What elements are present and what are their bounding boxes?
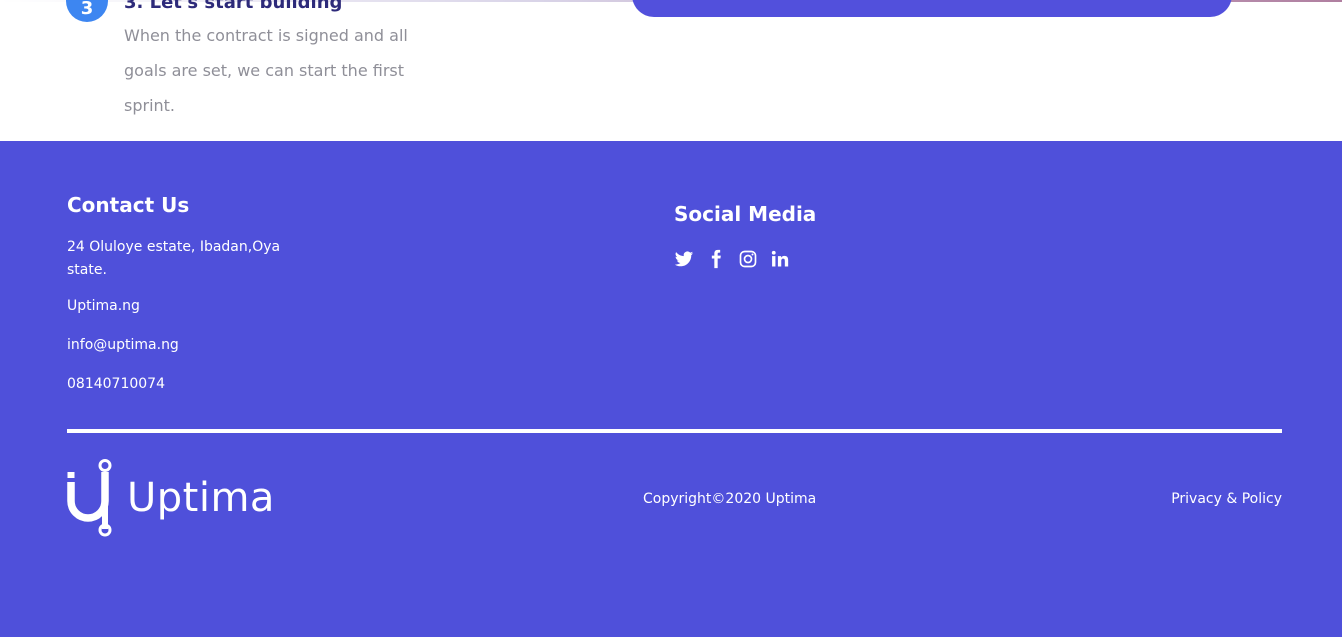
linkedin-icon[interactable] [770,249,790,269]
facebook-icon[interactable] [706,249,726,269]
brand-name: Uptima [127,475,275,521]
contact-website-link[interactable]: Uptima.ng [67,298,140,314]
page: 3 3. Let's start building When the contr… [0,0,1342,637]
step-description: When the contract is signed and all goal… [124,26,408,115]
contact-address: 24 Oluloye estate, Ibadan,Oya state. [67,239,281,278]
step-number-badge: 3 [66,0,108,22]
copyright-text: Copyright©2020 Uptima [643,491,817,507]
site-footer: Contact Us 24 Oluloye estate, Ibadan,Oya… [0,141,1342,637]
step-title: 3. Let's start building [124,0,343,13]
footer-logo[interactable]: Uptima [67,459,275,537]
process-section: 3 3. Let's start building When the contr… [0,0,1342,141]
uptima-logo-icon [67,459,112,537]
contact-phone-link[interactable]: 08140710074 [67,376,165,392]
instagram-icon[interactable] [738,249,758,269]
step-number: 3 [80,0,94,19]
footer-divider [67,429,1282,433]
process-card [632,0,1232,17]
social-media-title: Social Media [674,202,817,226]
contact-email-link[interactable]: info@uptima.ng [67,337,179,353]
twitter-icon[interactable] [674,249,694,269]
contact-title: Contact Us [67,193,190,217]
social-icons [674,249,790,269]
privacy-policy-link[interactable]: Privacy & Policy [1171,491,1282,507]
